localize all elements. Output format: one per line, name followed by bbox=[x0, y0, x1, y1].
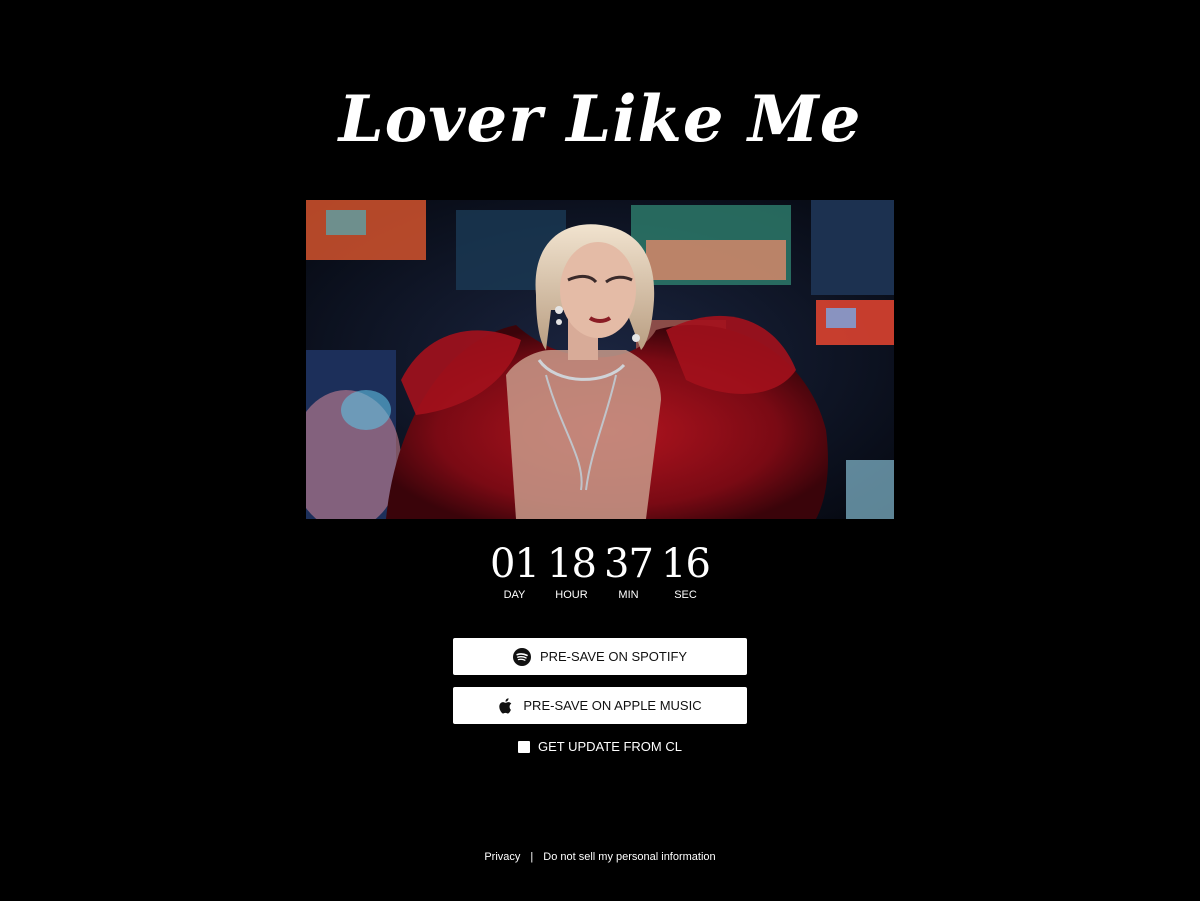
countdown-label: SEC bbox=[674, 589, 697, 601]
hero-image bbox=[306, 200, 894, 519]
page: Lover Like Me 01 DAY 18 HOUR 37 MIN 16 S… bbox=[0, 0, 1200, 901]
countdown-label: HOUR bbox=[555, 589, 588, 601]
page-title: Lover Like Me bbox=[338, 82, 862, 157]
countdown-min: 37 MIN bbox=[600, 540, 657, 602]
countdown-timer: 01 DAY 18 HOUR 37 MIN 16 SEC bbox=[0, 540, 1200, 602]
footer: Privacy | Do not sell my personal inform… bbox=[0, 851, 1200, 863]
presave-apple-music-label: PRE-SAVE ON APPLE MUSIC bbox=[523, 698, 702, 713]
countdown-day: 01 DAY bbox=[486, 540, 543, 602]
spotify-icon bbox=[512, 647, 531, 666]
presave-spotify-button[interactable]: PRE-SAVE ON SPOTIFY bbox=[453, 638, 747, 675]
countdown-value: 01 bbox=[490, 541, 540, 587]
update-optin-label: GET UPDATE FROM CL bbox=[538, 739, 682, 754]
countdown-hour: 18 HOUR bbox=[543, 540, 600, 602]
countdown-value: 18 bbox=[547, 541, 597, 587]
countdown-label: MIN bbox=[618, 589, 639, 601]
privacy-link[interactable]: Privacy bbox=[484, 851, 520, 863]
footer-separator: | bbox=[530, 851, 534, 863]
apple-icon bbox=[498, 697, 514, 715]
presave-apple-music-button[interactable]: PRE-SAVE ON APPLE MUSIC bbox=[453, 687, 747, 724]
do-not-sell-link[interactable]: Do not sell my personal information bbox=[543, 851, 715, 863]
presave-spotify-label: PRE-SAVE ON SPOTIFY bbox=[539, 649, 688, 664]
update-optin-checkbox[interactable] bbox=[518, 740, 530, 753]
countdown-sec: 16 SEC bbox=[657, 540, 714, 602]
countdown-label: DAY bbox=[503, 589, 526, 601]
countdown-value: 37 bbox=[604, 541, 654, 587]
update-optin: GET UPDATE FROM CL bbox=[0, 739, 1200, 754]
countdown-value: 16 bbox=[661, 541, 711, 587]
